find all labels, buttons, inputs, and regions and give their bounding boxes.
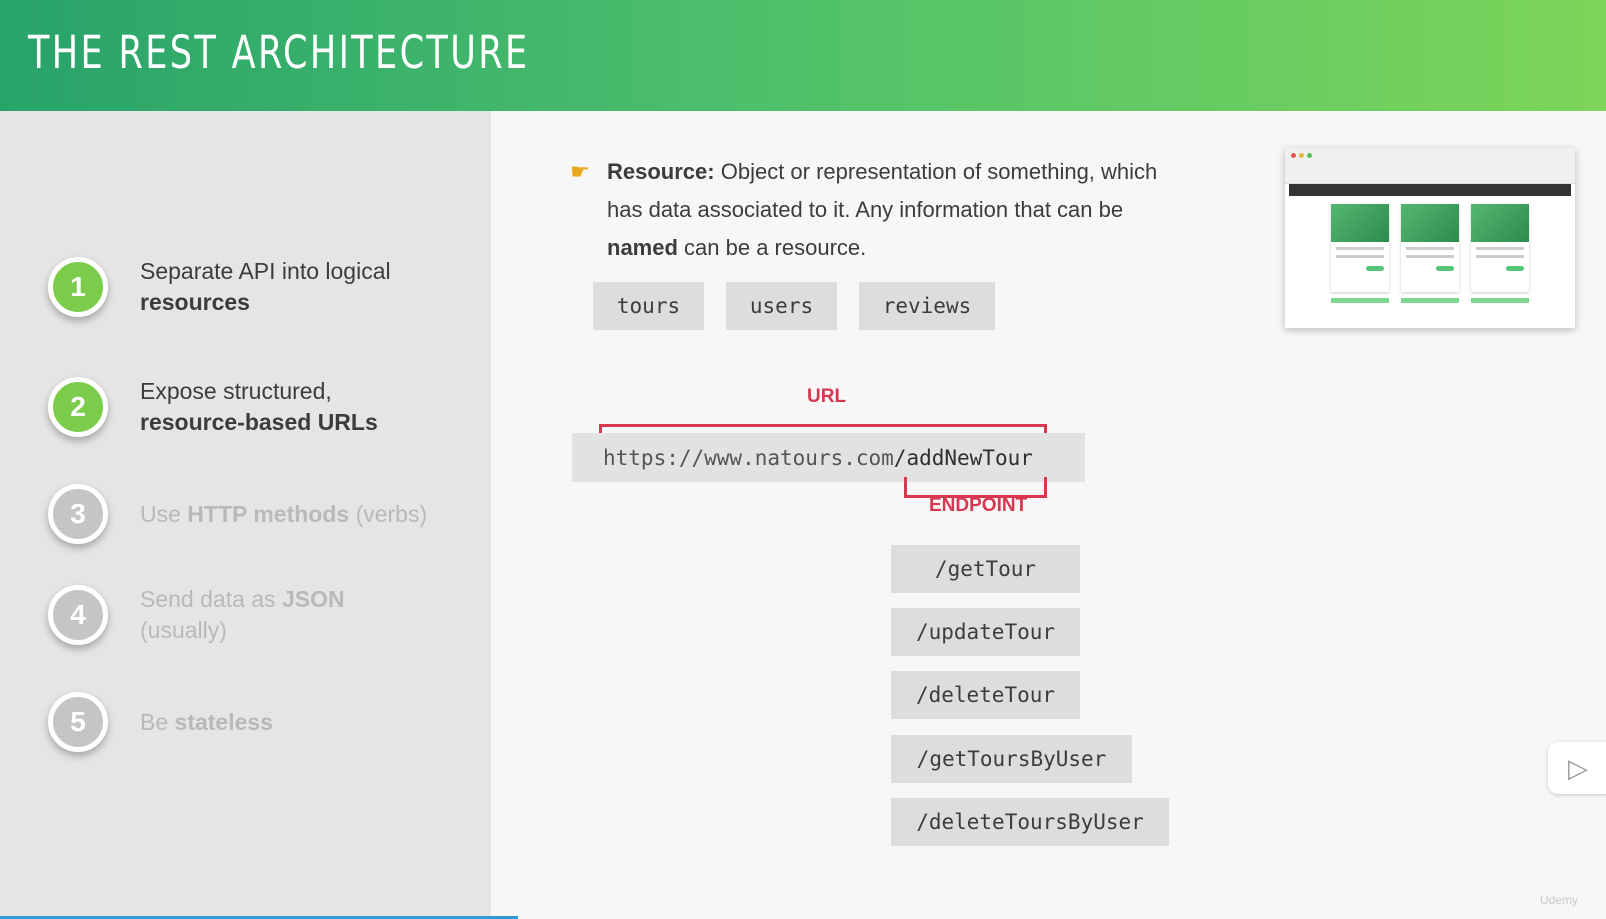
step-1: 1 Separate API into logical resources <box>48 256 391 318</box>
tour-card <box>1401 204 1459 292</box>
endpoint-chip: /getTour <box>891 545 1080 593</box>
resource-chip-users: users <box>726 282 837 330</box>
browser-bar <box>1285 148 1575 184</box>
step-5: 5 Be stateless <box>48 692 273 752</box>
step-number-badge: 3 <box>48 484 108 544</box>
site-nav <box>1289 184 1571 196</box>
card-footers <box>1285 298 1575 303</box>
endpoint-chip: /deleteTour <box>891 671 1080 719</box>
url-label: URL <box>807 386 847 407</box>
step-label: Be stateless <box>140 708 273 735</box>
endpoint-chip: /getToursByUser <box>891 735 1132 783</box>
step-label: Expose structured, resource-based URLs <box>140 378 378 435</box>
step-label: Use HTTP methods (verbs) <box>140 500 428 527</box>
endpoint-chip: /deleteToursByUser <box>891 798 1169 846</box>
resource-chip-tours: tours <box>593 282 704 330</box>
step-4: 4 Send data as JSON (usually) <box>48 584 345 646</box>
endpoint-chip: /updateTour <box>891 608 1080 656</box>
slide-content: ☛ Resource: Object or representation of … <box>491 111 1606 919</box>
step-number-badge: 4 <box>48 585 108 645</box>
website-screenshot-thumbnail <box>1285 148 1575 328</box>
url-example: https://www.natours.com/addNewTour <box>572 433 1085 482</box>
step-label: Separate API into logical resources <box>140 258 391 315</box>
resource-definition: Resource: Object or representation of so… <box>607 159 1158 260</box>
resource-chip-reviews: reviews <box>859 282 995 330</box>
play-icon[interactable]: ▷ <box>1548 742 1606 794</box>
pointing-hand-icon: ☛ <box>570 159 590 184</box>
steps-sidebar: 1 Separate API into logical resources 2 E… <box>0 111 518 919</box>
tour-cards <box>1285 196 1575 292</box>
url-endpoint: /addNewTour <box>893 445 1033 470</box>
step-2: 2 Expose structured, resource-based URLs <box>48 376 378 438</box>
window-controls <box>1291 153 1312 158</box>
step-number-badge: 1 <box>48 257 108 317</box>
tour-card <box>1471 204 1529 292</box>
page-title: THE REST ARCHITECTURE <box>28 26 530 79</box>
header-banner: THE REST ARCHITECTURE <box>0 0 1606 111</box>
step-number-badge: 5 <box>48 692 108 752</box>
url-base: https://www.natours.com <box>603 445 894 470</box>
step-label: Send data as JSON (usually) <box>140 586 345 643</box>
tour-card <box>1331 204 1389 292</box>
endpoint-label: ENDPOINT <box>929 495 1028 516</box>
udemy-watermark: Udemy <box>1540 893 1579 907</box>
step-number-badge: 2 <box>48 377 108 437</box>
step-3: 3 Use HTTP methods (verbs) <box>48 484 427 544</box>
